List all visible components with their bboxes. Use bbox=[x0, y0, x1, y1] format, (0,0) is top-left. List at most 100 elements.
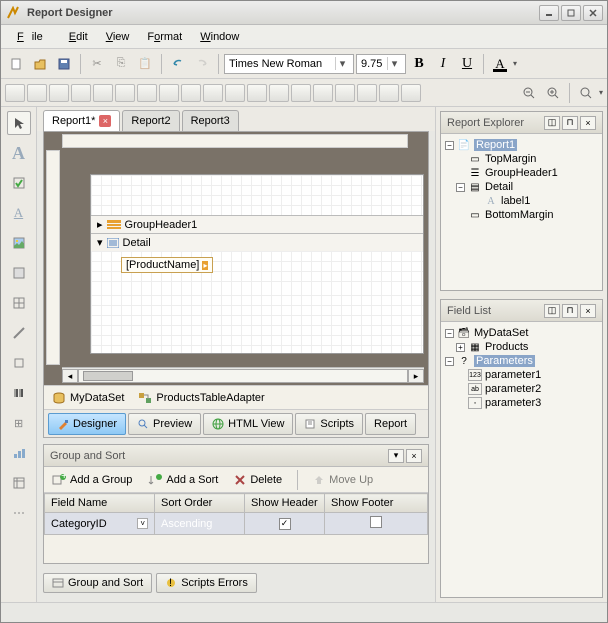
menu-edit[interactable]: Edit bbox=[61, 28, 96, 46]
tableadapter-item[interactable]: ProductsTableAdapter bbox=[138, 392, 264, 404]
zipcode-tool[interactable]: ⊞ bbox=[7, 411, 31, 435]
col-showheader[interactable]: Show Header bbox=[245, 494, 325, 513]
smarttag-icon[interactable]: ▸ bbox=[202, 261, 208, 270]
tree-node-bottommargin[interactable]: ▭BottomMargin bbox=[445, 208, 598, 222]
tree-node-parameters[interactable]: −?Parameters bbox=[445, 354, 598, 368]
align-tool[interactable] bbox=[159, 84, 179, 102]
richtext-tool[interactable]: A bbox=[7, 201, 31, 225]
align-tool[interactable] bbox=[5, 84, 25, 102]
maximize-button[interactable] bbox=[561, 5, 581, 21]
italic-button[interactable]: I bbox=[432, 53, 454, 75]
zoom-out-button[interactable] bbox=[518, 82, 540, 104]
field-dropdown[interactable]: ˅ bbox=[137, 518, 148, 529]
align-tool[interactable] bbox=[357, 84, 377, 102]
align-tool[interactable] bbox=[115, 84, 135, 102]
panel-window-button[interactable]: ◫ bbox=[544, 116, 560, 130]
table-tool[interactable] bbox=[7, 291, 31, 315]
panel-close-button[interactable]: × bbox=[580, 116, 596, 130]
align-tool[interactable] bbox=[379, 84, 399, 102]
undo-button[interactable] bbox=[167, 53, 189, 75]
align-tool[interactable] bbox=[203, 84, 223, 102]
tree-node-topmargin[interactable]: ▭TopMargin bbox=[445, 152, 598, 166]
viewtab-report[interactable]: Report bbox=[365, 413, 416, 435]
font-color-button[interactable]: A bbox=[489, 53, 511, 75]
add-group-button[interactable]: + Add a Group bbox=[48, 472, 136, 488]
barcode-tool[interactable] bbox=[7, 381, 31, 405]
font-family-combo[interactable]: Times New Roman ▾ bbox=[224, 54, 354, 74]
close-button[interactable] bbox=[583, 5, 603, 21]
horizontal-scrollbar[interactable]: ◂ ▸ bbox=[62, 367, 424, 383]
menu-window[interactable]: Window bbox=[192, 28, 247, 46]
viewtab-designer[interactable]: Designer bbox=[48, 413, 126, 435]
scroll-left-button[interactable]: ◂ bbox=[62, 369, 78, 383]
font-color-dropdown[interactable]: ▾ bbox=[513, 59, 517, 68]
showheader-checkbox[interactable]: ✓ bbox=[279, 518, 291, 530]
add-sort-button[interactable]: Add a Sort bbox=[144, 472, 222, 488]
collapse-icon[interactable]: − bbox=[445, 357, 454, 366]
tree-node-report1[interactable]: −📄Report1 bbox=[445, 138, 598, 152]
dropdown-icon[interactable]: ▾ bbox=[387, 57, 401, 70]
picturebox-tool[interactable] bbox=[7, 231, 31, 255]
copy-button[interactable]: ⎘ bbox=[110, 53, 132, 75]
bottomtab-scriptserrors[interactable]: ! Scripts Errors bbox=[156, 573, 257, 593]
panel-close-button[interactable]: × bbox=[406, 449, 422, 463]
tree-node-parameter1[interactable]: 123parameter1 bbox=[445, 368, 598, 382]
tab-report2[interactable]: Report2 bbox=[122, 110, 179, 131]
col-sortorder[interactable]: Sort Order bbox=[155, 494, 245, 513]
panel-menu-button[interactable]: ▾ bbox=[388, 449, 404, 463]
dropdown-icon[interactable]: ▾ bbox=[335, 57, 349, 70]
viewtab-preview[interactable]: Preview bbox=[128, 413, 201, 435]
scroll-thumb[interactable] bbox=[83, 371, 133, 381]
table-row[interactable]: CategoryID ˅ Ascending ✓ bbox=[45, 513, 428, 535]
align-tool[interactable] bbox=[93, 84, 113, 102]
pointer-tool[interactable] bbox=[7, 111, 31, 135]
bottomtab-groupsort[interactable]: Group and Sort bbox=[43, 573, 152, 593]
align-tool[interactable] bbox=[335, 84, 355, 102]
tree-node-parameter2[interactable]: abparameter2 bbox=[445, 382, 598, 396]
align-tool[interactable] bbox=[27, 84, 47, 102]
align-tool[interactable] bbox=[401, 84, 421, 102]
detail-band-body[interactable]: [ProductName] ▸ bbox=[91, 251, 423, 291]
menu-view[interactable]: View bbox=[98, 28, 138, 46]
paste-button[interactable]: 📋 bbox=[134, 53, 156, 75]
report-canvas[interactable]: ▸ GroupHeader1 ▾ Detail [ProductName] bbox=[90, 174, 424, 354]
label-tool[interactable]: A bbox=[7, 141, 31, 165]
tab-report3[interactable]: Report3 bbox=[182, 110, 239, 131]
new-button[interactable] bbox=[5, 53, 27, 75]
align-tool[interactable] bbox=[247, 84, 267, 102]
collapse-icon[interactable]: − bbox=[445, 141, 454, 150]
panel-pin-button[interactable]: ⊓ bbox=[562, 116, 578, 130]
zoom-in-button[interactable] bbox=[542, 82, 564, 104]
dataset-item[interactable]: MyDataSet bbox=[52, 392, 124, 404]
moveup-button[interactable]: Move Up bbox=[309, 472, 377, 488]
pivot-tool[interactable] bbox=[7, 471, 31, 495]
zoom-dropdown[interactable]: ▾ bbox=[599, 88, 603, 97]
col-fieldname[interactable]: Field Name bbox=[45, 494, 155, 513]
detail-band-header[interactable]: ▾ Detail bbox=[91, 233, 423, 251]
save-button[interactable] bbox=[53, 53, 75, 75]
shape-tool[interactable] bbox=[7, 351, 31, 375]
align-tool[interactable] bbox=[291, 84, 311, 102]
panel-tool[interactable] bbox=[7, 261, 31, 285]
line-tool[interactable] bbox=[7, 321, 31, 345]
align-tool[interactable] bbox=[225, 84, 245, 102]
tree-node-label1[interactable]: Alabel1 bbox=[445, 194, 598, 208]
minimize-button[interactable] bbox=[539, 5, 559, 21]
redo-button[interactable] bbox=[191, 53, 213, 75]
font-size-combo[interactable]: 9.75 ▾ bbox=[356, 54, 406, 74]
groupheader-band-header[interactable]: ▸ GroupHeader1 bbox=[91, 215, 423, 233]
showfooter-checkbox[interactable] bbox=[370, 516, 382, 528]
underline-button[interactable]: U bbox=[456, 53, 478, 75]
expand-icon[interactable]: ▸ bbox=[97, 218, 103, 231]
viewtab-scripts[interactable]: Scripts bbox=[295, 413, 363, 435]
align-tool[interactable] bbox=[181, 84, 201, 102]
open-button[interactable] bbox=[29, 53, 51, 75]
tree-node-products[interactable]: +▦Products bbox=[445, 340, 598, 354]
scroll-right-button[interactable]: ▸ bbox=[408, 369, 424, 383]
tab-report1[interactable]: Report1* × bbox=[43, 110, 120, 131]
zoom-button[interactable] bbox=[575, 82, 597, 104]
align-tool[interactable] bbox=[313, 84, 333, 102]
expand-icon[interactable]: + bbox=[456, 343, 465, 352]
align-tool[interactable] bbox=[49, 84, 69, 102]
delete-button[interactable]: Delete bbox=[230, 472, 286, 488]
